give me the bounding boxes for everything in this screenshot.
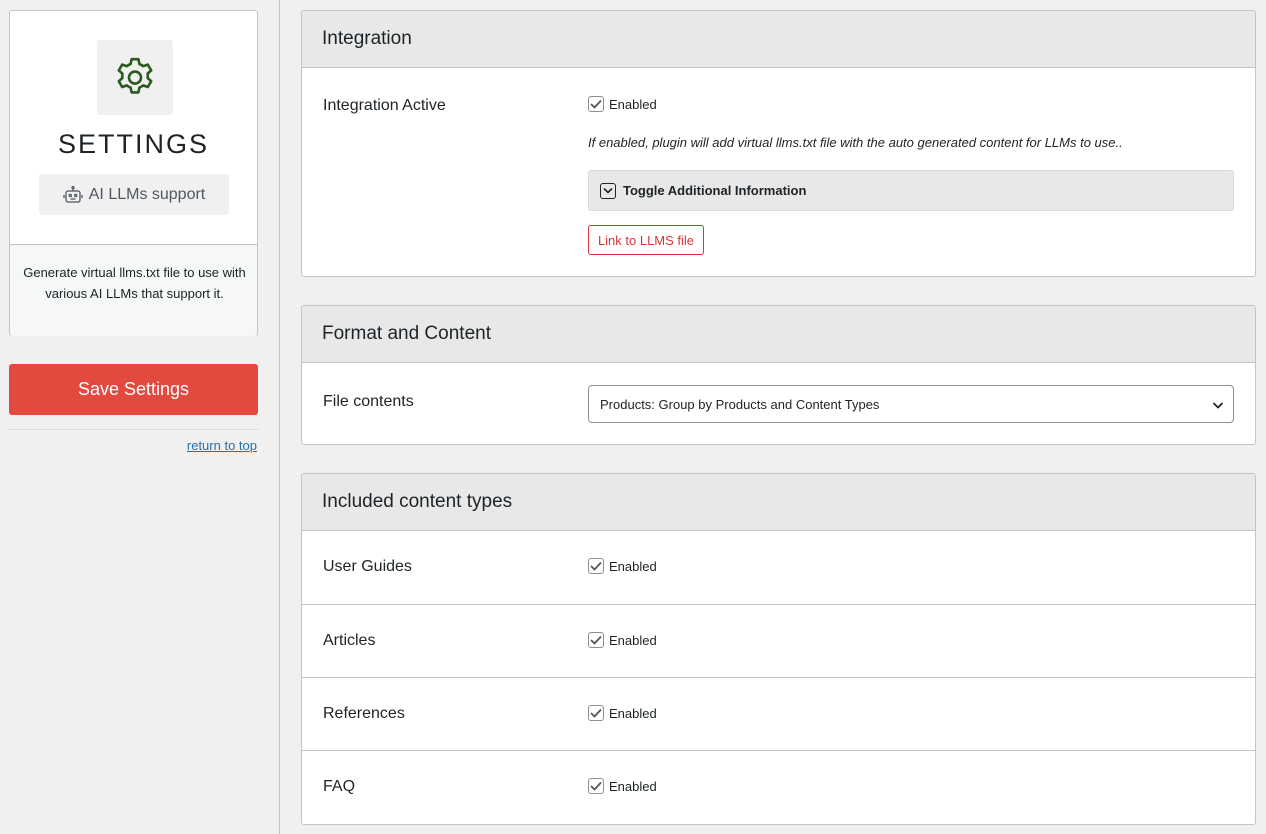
card-description-area: Generate virtual llms.txt file to use wi… <box>10 245 257 336</box>
content-types-header: Included content types <box>302 474 1255 531</box>
integration-enabled-label: Enabled <box>609 96 657 112</box>
content-type-label: Articles <box>323 632 376 649</box>
enabled-label: Enabled <box>609 705 657 721</box>
file-contents-select[interactable]: Products: Group by Products and Content … <box>588 385 1234 423</box>
link-to-llms-file-button[interactable]: Link to LLMS file <box>588 225 704 255</box>
checkmark-icon <box>590 781 602 791</box>
enabled-label: Enabled <box>609 778 657 794</box>
sidebar-separator <box>9 429 258 430</box>
settings-card: SETTINGS AI LLMs support Generate virtua… <box>9 10 258 336</box>
content-type-label: References <box>323 705 405 722</box>
file-contents-label: File contents <box>323 393 414 410</box>
content-type-label: FAQ <box>323 778 356 795</box>
checkmark-icon <box>590 99 602 109</box>
settings-title: SETTINGS <box>57 129 209 159</box>
integration-active-label: Integration Active <box>323 97 446 114</box>
checkmark-icon <box>590 635 602 645</box>
user-guides-checkbox[interactable]: Enabled <box>588 558 657 574</box>
integration-active-checkbox[interactable]: Enabled <box>588 96 657 112</box>
checkmark-icon <box>590 708 602 718</box>
references-checkbox[interactable]: Enabled <box>588 705 657 721</box>
content-type-row: FAQ Enabled <box>302 750 1255 823</box>
checkbox[interactable] <box>588 96 604 112</box>
integration-header: Integration <box>302 11 1255 68</box>
chevron-down-icon <box>600 182 616 199</box>
file-contents-row: File contents Products: Group by Product… <box>302 364 1255 444</box>
sidebar: SETTINGS AI LLMs support Generate virtua… <box>0 0 280 834</box>
enabled-label: Enabled <box>609 632 657 648</box>
content-type-row: User Guides Enabled <box>302 531 1255 604</box>
integration-panel: Integration Integration Active Enabled I… <box>301 10 1256 277</box>
checkbox[interactable] <box>588 778 604 794</box>
format-panel: Format and Content File contents Product… <box>301 305 1256 445</box>
enabled-label: Enabled <box>609 558 657 574</box>
file-contents-selected: Products: Group by Products and Content … <box>600 396 880 412</box>
faq-checkbox[interactable]: Enabled <box>588 778 657 794</box>
content-type-label: User Guides <box>323 558 412 575</box>
save-settings-button[interactable]: Save Settings <box>9 364 258 415</box>
content-type-row: Articles Enabled <box>302 604 1255 677</box>
card-description: Generate virtual llms.txt file to use wi… <box>23 265 246 301</box>
checkbox[interactable] <box>588 705 604 721</box>
toggle-additional-info[interactable]: Toggle Additional Information <box>588 170 1234 211</box>
robot-icon <box>63 185 83 203</box>
checkbox[interactable] <box>588 558 604 574</box>
integration-help-text: If enabled, plugin will add virtual llms… <box>588 135 1123 150</box>
ai-llms-badge-label: AI LLMs support <box>88 185 206 203</box>
chevron-down-icon <box>1212 402 1224 409</box>
format-header: Format and Content <box>302 306 1255 363</box>
content-types-panel: Included content types User Guides Enabl… <box>301 473 1256 825</box>
gear-icon <box>117 57 153 94</box>
articles-checkbox[interactable]: Enabled <box>588 632 657 648</box>
checkbox[interactable] <box>588 632 604 648</box>
checkmark-icon <box>590 561 602 571</box>
toggle-additional-info-label: Toggle Additional Information <box>623 183 807 198</box>
return-to-top-link[interactable]: return to top <box>187 438 257 453</box>
ai-llms-badge: AI LLMs support <box>39 174 229 215</box>
gear-icon-box <box>97 40 173 115</box>
content-type-row: References Enabled <box>302 677 1255 750</box>
